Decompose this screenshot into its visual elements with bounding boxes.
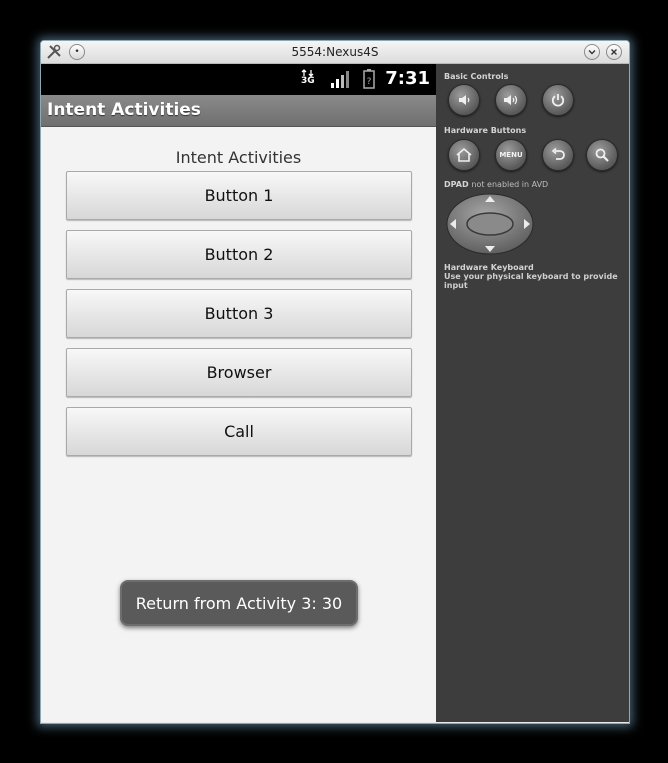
- dpad-title: DPAD: [444, 180, 469, 189]
- emulator-control-panel: Basic Controls Hardware Buttons MENU DPA…: [436, 64, 629, 722]
- volume-down-button[interactable]: [448, 84, 480, 116]
- call-button[interactable]: Call: [66, 407, 412, 456]
- svg-text:?: ?: [367, 77, 372, 87]
- back-button[interactable]: [542, 139, 574, 171]
- button-2[interactable]: Button 2: [66, 230, 412, 279]
- network-type: 3G: [301, 76, 315, 86]
- menu-label: MENU: [499, 151, 523, 159]
- search-button[interactable]: [586, 139, 618, 171]
- button-1[interactable]: Button 1: [66, 171, 412, 220]
- toast-message: Return from Activity 3: 30: [120, 580, 358, 626]
- power-icon: [551, 94, 565, 107]
- content-title: Intent Activities: [175, 148, 302, 167]
- volume-down-icon: [459, 95, 470, 105]
- app-title-bar: Intent Activities: [41, 95, 436, 127]
- battery-icon: ?: [363, 69, 375, 93]
- minimize-icon[interactable]: [584, 44, 600, 60]
- close-icon[interactable]: [606, 44, 622, 60]
- emulator-window: • 5554:Nexus4S 3G ? 7:31 Intent Activiti…: [40, 40, 630, 724]
- volume-up-icon: [504, 95, 518, 105]
- home-button[interactable]: [448, 139, 480, 171]
- browser-button[interactable]: Browser: [66, 348, 412, 397]
- basic-controls-label: Basic Controls: [444, 72, 509, 81]
- network-3g-icon: 3G: [301, 69, 315, 86]
- home-icon: [456, 147, 472, 162]
- clock: 7:31: [385, 68, 430, 89]
- hardware-keyboard-note: Use your physical keyboard to provide in…: [444, 272, 618, 290]
- signal-icon: [330, 71, 350, 93]
- search-icon: [595, 148, 609, 162]
- window-title: 5554:Nexus4S: [291, 45, 379, 59]
- menu-button[interactable]: MENU: [495, 139, 527, 171]
- back-icon: [551, 147, 565, 160]
- status-bar: 3G ? 7:31: [41, 64, 436, 95]
- dpad-label: DPAD not enabled in AVD: [444, 180, 548, 189]
- window-titlebar: • 5554:Nexus4S: [41, 41, 629, 64]
- phone-screen: 3G ? 7:31 Intent Activities Intent Activ…: [41, 64, 436, 722]
- app-title: Intent Activities: [47, 100, 201, 120]
- hardware-keyboard-label: Hardware Keyboard: [444, 263, 534, 272]
- hardware-buttons-label: Hardware Buttons: [444, 126, 527, 135]
- volume-up-button[interactable]: [495, 84, 527, 116]
- button-3[interactable]: Button 3: [66, 289, 412, 338]
- dpad-control[interactable]: [446, 192, 534, 255]
- dpad-center-button: [466, 212, 514, 236]
- power-button[interactable]: [542, 84, 574, 116]
- dpad-note: not enabled in AVD: [471, 180, 549, 189]
